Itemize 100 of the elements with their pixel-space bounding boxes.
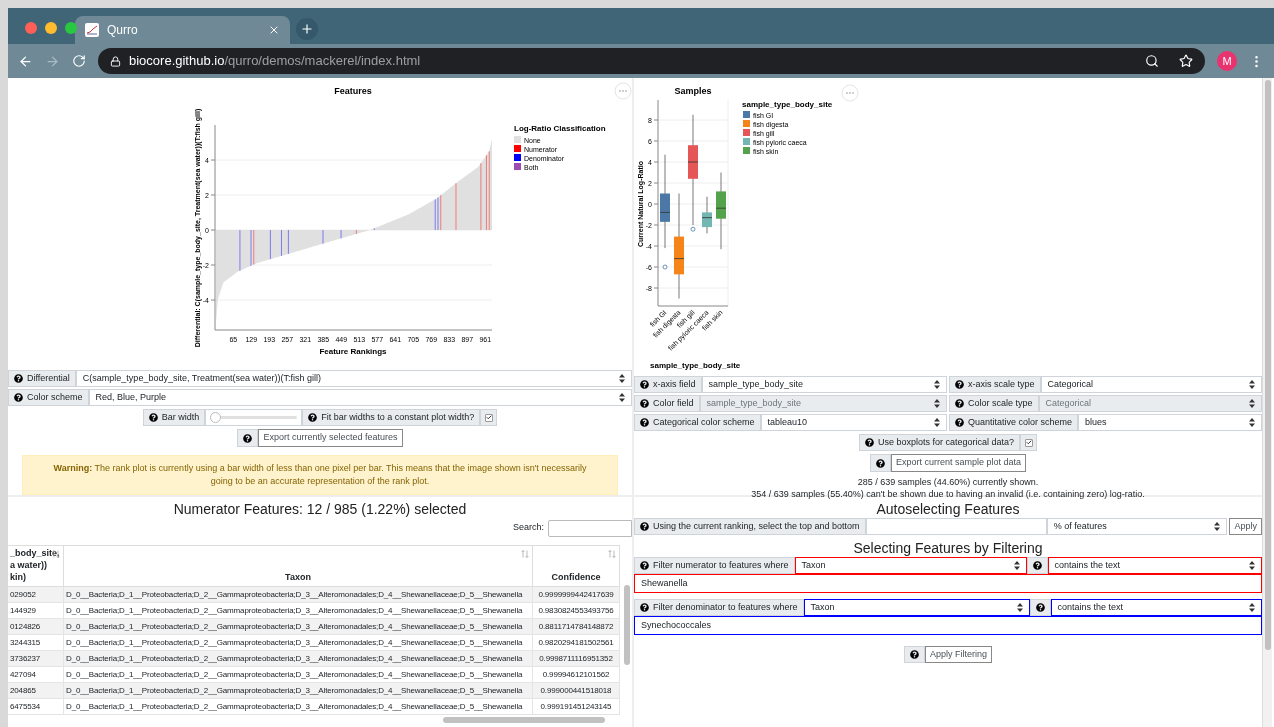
checkbox[interactable] [1020,434,1038,451]
chart-title: Samples [674,86,712,96]
help-icon[interactable] [640,380,649,389]
table-cell: 6475534 [8,699,64,715]
apply-button[interactable]: Apply [1229,518,1262,535]
field-label: Fit bar widths to a constant plot width? [321,410,475,424]
help-icon[interactable] [14,393,23,402]
field-label: Color scheme [27,390,83,404]
check-icon [1025,439,1032,446]
address-bar[interactable]: biocore.github.io/qurro/demos/mackerel/index.html [98,48,1205,74]
section-title: Numerator Features: 12 / 985 (1.22%) selected [172,500,468,518]
check-icon [485,414,492,421]
page-scrollbar[interactable] [1264,80,1271,650]
field-label: x-axis field [653,377,696,391]
number-field[interactable] [865,518,1047,535]
browser-tab[interactable]: Qurro [75,16,290,44]
field-label: Bar width [161,410,200,424]
help-icon[interactable] [864,438,874,447]
reload-button[interactable] [72,54,86,68]
dropdown[interactable]: contains the text [1047,557,1262,574]
select-arrows-icon [934,418,940,427]
dropdown[interactable]: Taxon [794,557,1027,574]
dropdown[interactable]: sample_type_body_site [701,376,947,393]
box-and-whisker [701,196,713,234]
select-arrows-icon [1249,561,1255,570]
field-label: Color scale type [968,396,1033,410]
x-axis [657,305,729,307]
filter-text-field[interactable]: Synechococcales [634,616,1262,635]
export-button[interactable]: Export currently selected features [258,429,403,447]
axis-title: sample_type_body_site [650,361,741,370]
slider[interactable] [205,409,303,426]
field-label: Use boxplots for categorical data? [877,435,1015,449]
help-icon[interactable] [14,374,23,383]
filter-text-field[interactable]: Shewanella [634,574,1262,593]
help-icon[interactable] [640,522,649,531]
dropdown[interactable]: contains the text [1050,599,1262,616]
field-label: Categorical color scheme [653,415,755,429]
help-icon[interactable] [910,650,919,659]
dropdown[interactable]: C(sample_type_body_site, Treatment(sea water))(T:fish gill) [75,370,632,387]
slider-thumb[interactable] [210,412,222,423]
sort-icon[interactable] [52,550,60,558]
section-title: Autoselecting Features [875,500,1021,518]
help-icon[interactable] [1035,603,1045,612]
select-arrows-icon [1249,418,1255,427]
status-text: 285 / 639 samples (44.60%) currently shown. [857,476,1039,488]
table-cell: 0.999191451243145 [533,699,620,715]
search-label: Search: [512,521,544,535]
help-icon[interactable] [243,433,253,443]
minimize-window-button[interactable] [45,22,57,34]
field-label: Using the current ranking, select the top and bottom [653,519,860,533]
checkbox[interactable] [480,409,498,426]
export-button[interactable]: Export current sample plot data [890,454,1027,472]
help-icon[interactable] [955,418,964,427]
zoom-window-button[interactable] [65,22,77,34]
help-icon[interactable] [148,413,158,422]
vertical-scrollbar[interactable] [624,585,630,665]
table-cell: D_0__Bacteria;D_1__Proteobacteria;D_2__Gammaproteobacteria;D_3__Alteromonadales;D_4__Shewanellaceae;D_5__Shewanella [64,699,533,715]
dropdown[interactable]: Red, Blue, Purple [88,389,632,406]
field-label: Quantitative color scheme [968,415,1073,429]
profile-avatar[interactable]: M [1217,51,1237,71]
help-icon[interactable] [955,399,964,408]
status-text: 354 / 639 samples (55.40%) can't be shown due to having an invalid (i.e. containing zero) log-ratio. [751,488,1145,500]
select-arrows-icon [1249,380,1255,389]
bookmark-star-icon[interactable] [1179,54,1193,68]
help-icon[interactable] [640,603,649,612]
select-arrows-icon [934,399,940,408]
help-icon[interactable] [875,458,885,468]
section-title: Selecting Features by Filtering [852,539,1044,557]
plus-icon [300,22,314,36]
favicon-icon [85,23,99,37]
field-label: Differential [27,371,70,385]
help-icon[interactable] [955,380,964,389]
field-label: Color field [653,396,694,410]
select-arrows-icon [934,380,940,389]
horizontal-scrollbar[interactable] [443,717,605,723]
close-tab-icon[interactable] [268,24,280,36]
help-icon[interactable] [640,561,649,570]
search-field[interactable] [548,519,632,537]
help-icon[interactable] [640,418,649,427]
select-arrows-icon [619,393,625,402]
dropdown[interactable]: tableau10 [760,414,947,431]
back-button[interactable] [18,53,33,69]
warning-alert: Warning: The rank plot is currently using a bar width of less than one pixel per bar. This means that the image shown isn't necessarily going to be an accurate representation of the rank plot. [22,455,618,495]
dropdown[interactable]: Categorical [1040,376,1262,393]
legend-title: sample_type_body_site [742,100,833,109]
chart-title: Features [334,86,372,96]
select-arrows-icon [1249,603,1255,612]
legend-title: Log-Ratio Classification [514,124,606,133]
help-icon[interactable] [640,399,649,408]
dropdown[interactable]: blues [1078,414,1262,431]
new-tab-button[interactable] [296,18,318,40]
dropdown[interactable]: % of features [1046,518,1228,535]
help-icon[interactable] [1032,561,1042,570]
select-arrows-icon [619,374,625,383]
apply-filtering-button[interactable]: Apply Filtering [925,646,992,663]
help-icon[interactable] [308,413,318,422]
field-label: x-axis scale type [968,377,1035,391]
search-icon[interactable] [1145,54,1159,68]
field-label: Filter denominator to features where [653,600,798,614]
dropdown[interactable]: Taxon [803,599,1030,616]
